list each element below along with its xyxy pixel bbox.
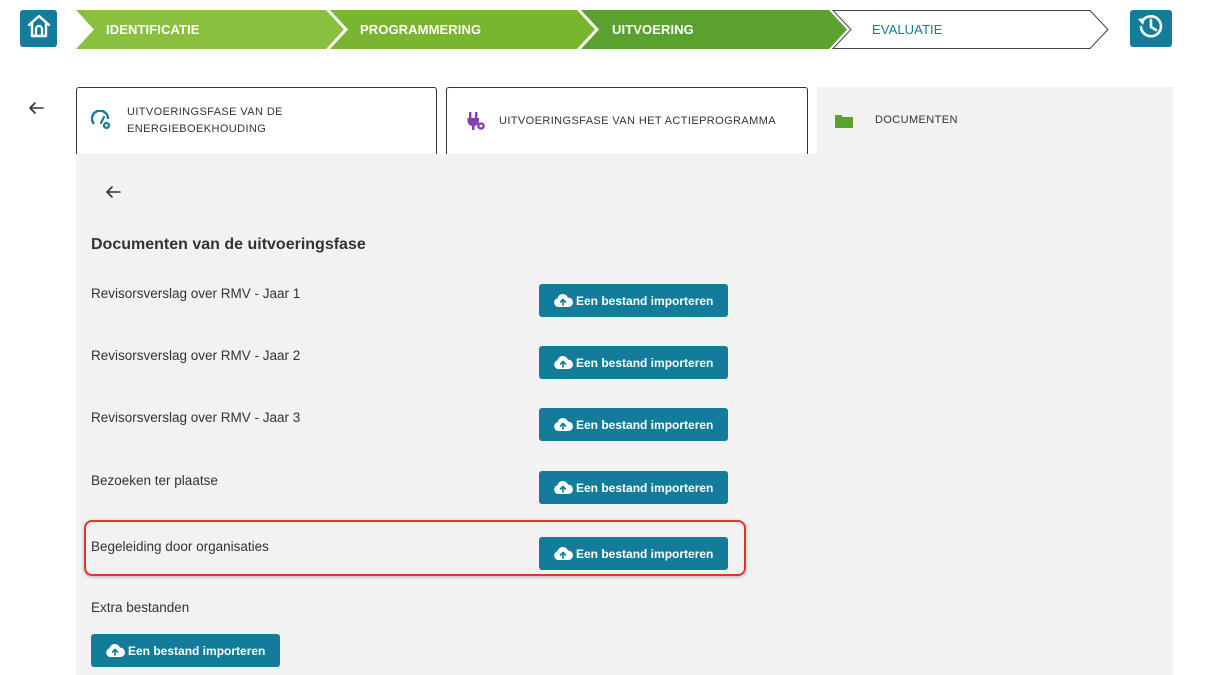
cloud-upload-icon [553,355,573,370]
import-file-button[interactable]: Een bestand importeren [539,346,728,379]
folder-icon [833,110,855,132]
import-file-button[interactable]: Een bestand importeren [539,284,728,317]
gauge-settings-icon [91,110,113,132]
step-uitvoering[interactable]: UITVOERING [612,10,694,49]
tab-actieprogramma[interactable]: UITVOERINGSFASE VAN HET ACTIEPROGRAMMA [446,87,808,154]
document-label: Bezoeken ter plaatse [91,473,218,488]
home-icon [26,13,52,44]
stepper-shapes [76,10,1109,49]
highlight-box [84,520,746,576]
import-button-label: Een bestand importeren [576,355,714,370]
tab-label: UITVOERINGSFASE VAN HET ACTIEPROGRAMMA [499,114,777,127]
back-arrow-icon[interactable] [26,98,46,118]
step-identificatie[interactable]: IDENTIFICATIE [106,10,200,49]
import-button-label: Een bestand importeren [576,480,714,495]
history-icon [1136,11,1166,46]
extra-files-label: Extra bestanden [91,600,190,615]
document-row: Revisorsverslag over RMV - Jaar 3 Een be… [91,408,751,442]
history-button[interactable] [1130,10,1172,47]
document-label: Revisorsverslag over RMV - Jaar 1 [91,286,301,301]
page-title: Documenten van de uitvoeringsfase [91,236,366,253]
step-programmering[interactable]: PROGRAMMERING [360,10,481,49]
cloud-upload-icon [105,643,125,658]
import-extra-file-button[interactable]: Een bestand importeren [91,634,280,667]
import-button-label: Een bestand importeren [576,417,714,432]
document-label: Revisorsverslag over RMV - Jaar 3 [91,410,301,425]
tab-energieboekhouding[interactable]: UITVOERINGSFASE VAN DE ENERGIEBOEKHOUDIN… [76,87,437,154]
import-file-button[interactable]: Een bestand importeren [539,471,728,504]
document-label: Revisorsverslag over RMV - Jaar 2 [91,348,301,363]
document-row: Revisorsverslag over RMV - Jaar 1 Een be… [91,284,751,318]
tab-documenten[interactable]: DOCUMENTEN [817,87,1173,154]
tab-label: DOCUMENTEN [875,114,958,126]
back-arrow-icon[interactable] [103,182,123,202]
import-button-label: Een bestand importeren [576,293,714,308]
cloud-upload-icon [553,293,573,308]
cloud-upload-icon [553,417,573,432]
import-button-label: Een bestand importeren [128,643,266,658]
import-file-button[interactable]: Een bestand importeren [539,408,728,441]
step-evaluatie[interactable]: EVALUATIE [872,10,943,49]
document-row: Bezoeken ter plaatse Een bestand importe… [91,471,751,505]
home-button[interactable] [20,10,57,47]
document-row: Revisorsverslag over RMV - Jaar 2 Een be… [91,346,751,380]
phase-stepper: IDENTIFICATIE PROGRAMMERING UITVOERING E… [76,10,1126,49]
tab-label: UITVOERINGSFASE VAN DE ENERGIEBOEKHOUDIN… [127,106,283,135]
plug-settings-icon [465,110,487,132]
cloud-upload-icon [553,480,573,495]
documents-panel: Documenten van de uitvoeringsfase Reviso… [76,154,1173,675]
